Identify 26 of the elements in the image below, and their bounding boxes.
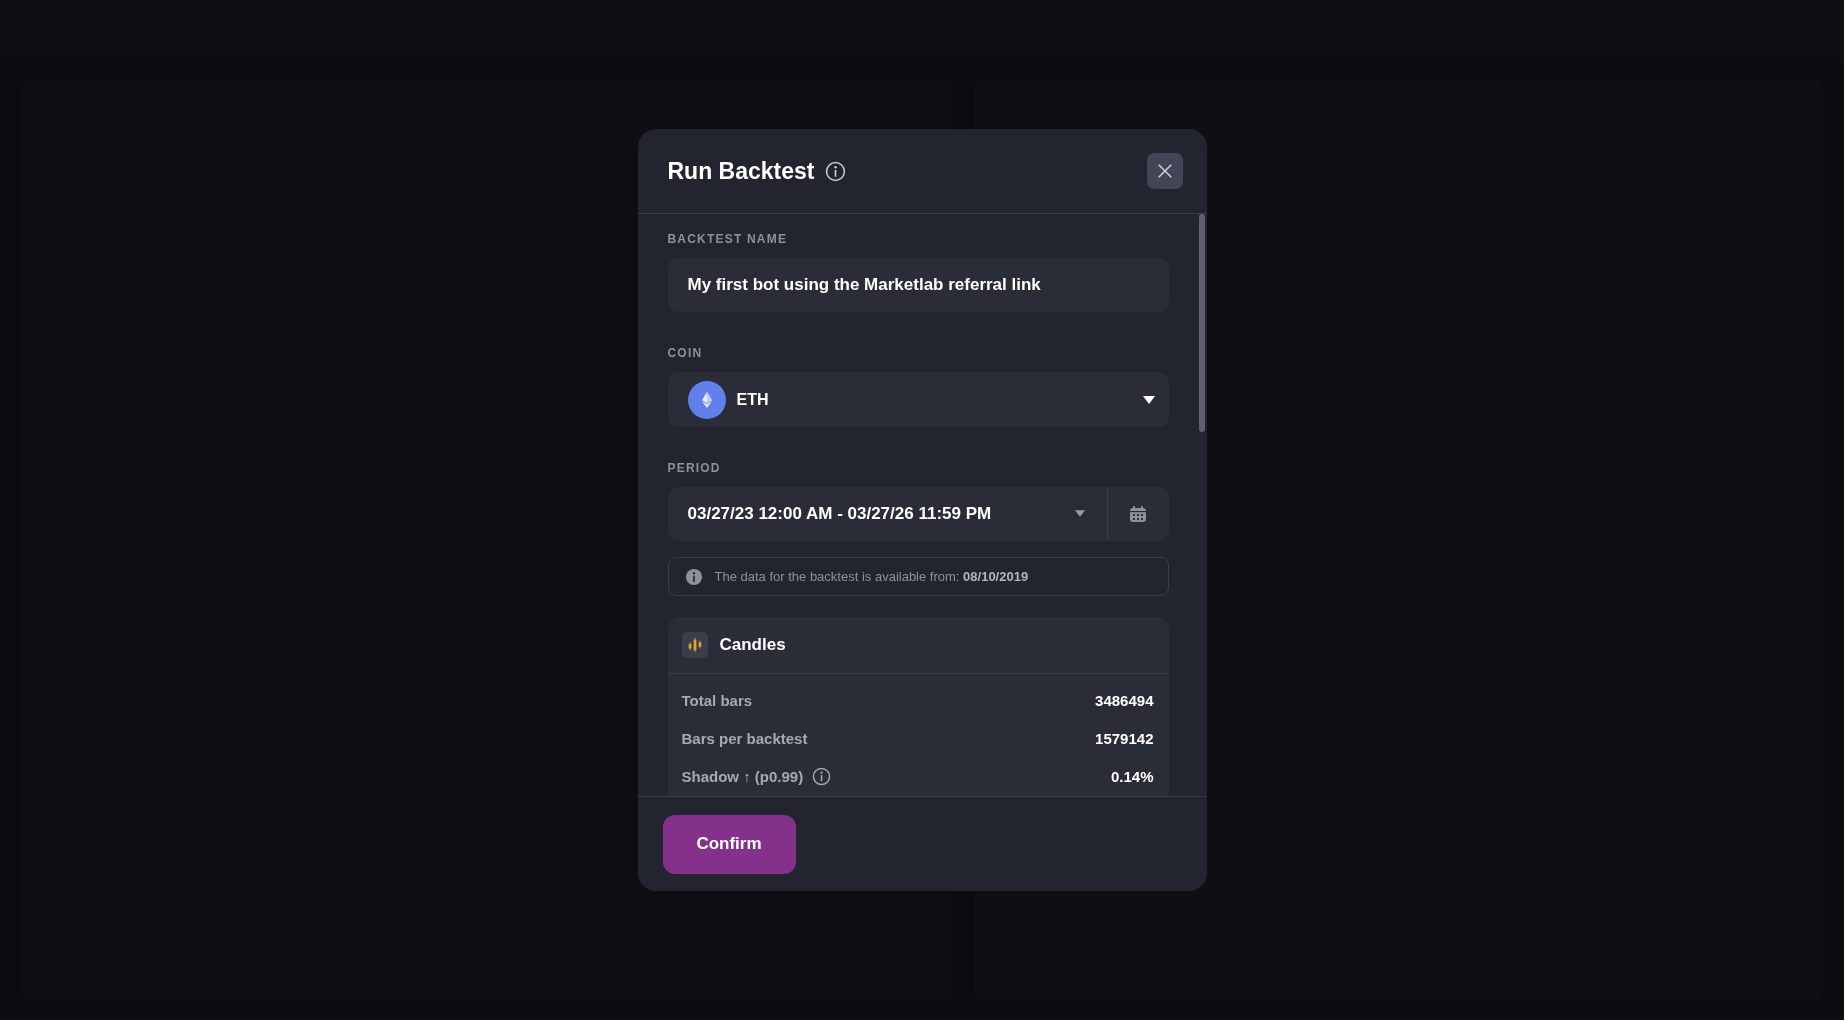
coin-dropdown[interactable]: ETH xyxy=(667,372,1169,427)
field-label: BACKTEST NAME xyxy=(667,232,789,246)
close-button[interactable] xyxy=(1146,153,1183,189)
caret-icon xyxy=(1074,510,1085,518)
stat-label: Total bars xyxy=(681,692,753,710)
field-label: PERIOD xyxy=(667,460,722,475)
confirm-button[interactable]: Confirm xyxy=(662,814,796,874)
candlestick-icon xyxy=(681,632,708,658)
field-label: COIN xyxy=(667,346,704,361)
card-title: Candles xyxy=(719,635,786,655)
stat-label: Bars per backtest xyxy=(681,730,808,748)
close-icon xyxy=(1155,162,1174,180)
info-icon[interactable] xyxy=(812,767,832,787)
calendar-icon xyxy=(1128,503,1148,524)
info-icon[interactable] xyxy=(825,160,847,182)
name-input-field[interactable]: My first bot using the Marketlab referral link xyxy=(667,258,1169,313)
caret-icon xyxy=(1142,395,1155,404)
stat-value: 3486494 xyxy=(1095,692,1154,710)
dialog-title: Run Backtest xyxy=(667,157,815,185)
stat-value: 0.14% xyxy=(1110,768,1154,786)
ethereum-coin-icon xyxy=(687,380,726,419)
notice-text: The data for the backtest is available from: 08/10/2019 xyxy=(714,569,1029,585)
scrollbar-thumb[interactable] xyxy=(1198,214,1205,432)
stat-value: 1579142 xyxy=(1095,730,1154,748)
info-icon xyxy=(684,567,703,586)
stat-label: Shadow ↑ (p0.99) xyxy=(681,768,804,786)
